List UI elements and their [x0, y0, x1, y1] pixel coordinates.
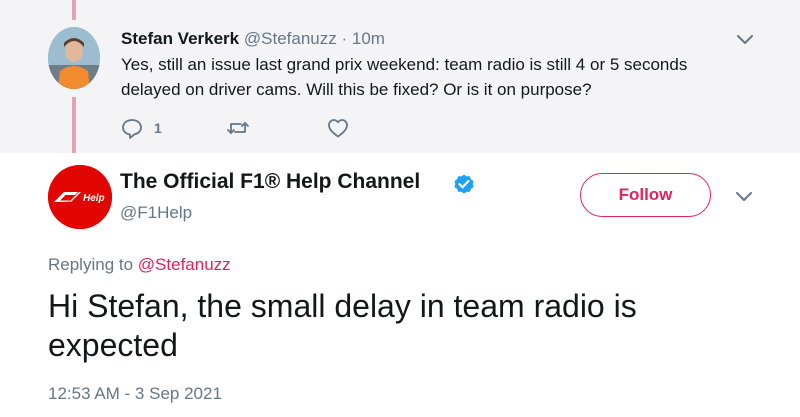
thread-line [72, 0, 76, 20]
parent-tweet-header: Stefan Verkerk @Stefanuzz · 10m [121, 29, 385, 49]
like-button[interactable] [326, 116, 350, 140]
avatar-photo [48, 27, 100, 89]
avatar[interactable]: Help [48, 165, 112, 229]
avatar-label: Help [83, 193, 105, 204]
f1-logo-icon: Help [48, 165, 112, 229]
author-handle[interactable]: @F1Help [120, 203, 192, 223]
avatar[interactable] [48, 27, 100, 89]
thread-line [72, 97, 76, 153]
chevron-down-icon[interactable] [735, 191, 753, 203]
reply-icon [122, 119, 142, 139]
parent-tweet[interactable]: Stefan Verkerk @Stefanuzz · 10m Yes, sti… [0, 0, 800, 153]
retweet-button[interactable] [226, 116, 250, 140]
reply-count: 1 [154, 120, 162, 136]
author-handle[interactable]: @Stefanuzz [244, 29, 337, 48]
tweet-text: Hi Stefan, the small delay in team radio… [48, 288, 637, 363]
retweet-icon [227, 122, 249, 134]
follow-button[interactable]: Follow [580, 173, 711, 217]
separator: · [341, 29, 348, 48]
verified-icon [454, 174, 474, 194]
author-name[interactable]: The Official F1® Help Channel [120, 170, 420, 194]
mention-link[interactable]: @Stefanuzz [138, 255, 231, 274]
author-name[interactable]: Stefan Verkerk [121, 29, 239, 48]
reply-button[interactable]: 1 [120, 116, 162, 140]
replying-to: Replying to @Stefanuzz [48, 255, 231, 275]
like-icon [328, 119, 348, 138]
tweet-text: Yes, still an issue last grand prix week… [121, 55, 688, 99]
tweet-time[interactable]: 10m [352, 29, 385, 48]
tweet-timestamp[interactable]: 12:53 AM - 3 Sep 2021 [48, 384, 222, 404]
chevron-down-icon[interactable] [736, 34, 754, 46]
replying-prefix: Replying to [48, 255, 134, 274]
